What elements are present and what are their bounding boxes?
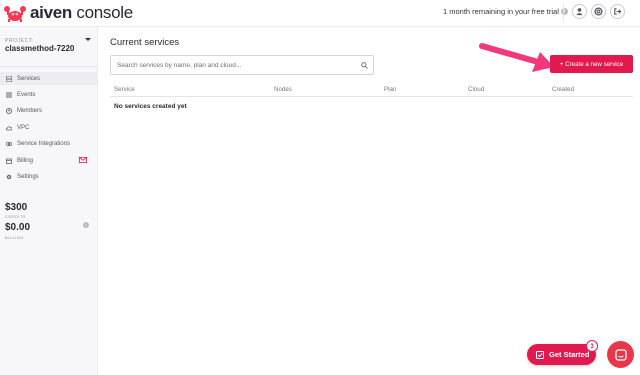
logout-icon [614, 8, 622, 15]
get-started-label: Get Started [549, 350, 590, 359]
search-placeholder: Search services by name, plan and cloud.… [117, 62, 242, 69]
column-header-plan[interactable]: Plan [384, 86, 396, 93]
help-icon [594, 7, 603, 16]
sidebar-item-members[interactable]: Members [0, 104, 97, 117]
services-icon [6, 75, 12, 82]
get-started-button[interactable]: Get Started 3 [527, 340, 598, 365]
info-icon[interactable]: i [83, 222, 89, 228]
notification-badge: 3 [586, 340, 598, 352]
cloud-icon [6, 125, 12, 131]
header-divider [563, 4, 564, 22]
chat-icon [614, 348, 627, 361]
empty-state-text: No services created yet [114, 103, 187, 110]
sidebar-item-settings[interactable]: Settings [0, 170, 97, 183]
column-header-service[interactable]: Service [114, 86, 135, 93]
user-button[interactable] [572, 4, 587, 19]
column-header-nodes[interactable]: Nodes [274, 86, 292, 93]
sidebar-item-events[interactable]: Events [0, 88, 97, 101]
chat-button[interactable] [607, 341, 634, 368]
logo-text: aiven console [30, 3, 133, 22]
user-icon [576, 8, 583, 16]
sidebar-item-label: Billing [17, 157, 34, 164]
sidebar-item-services[interactable]: Services [0, 72, 97, 85]
credits-label: CREDITS [5, 214, 27, 219]
sidebar-item-label: Service Integrations [17, 140, 71, 147]
project-name[interactable]: classmethod-7220 [5, 44, 74, 53]
checkbox-icon [536, 350, 544, 359]
gear-icon [6, 174, 12, 180]
billing-icon [6, 158, 12, 164]
column-header-created[interactable]: Created [552, 86, 574, 93]
billing-amount: $0.00 [5, 222, 31, 233]
info-icon[interactable]: i [560, 8, 568, 15]
sidebar-divider [0, 66, 97, 67]
create-service-button[interactable]: + Create a new service [550, 55, 633, 73]
services-table-header: Service Nodes Plan Cloud Created [110, 85, 633, 97]
aiven-logo[interactable]: aiven console [4, 3, 133, 23]
trial-text: 1 month remaining in your free trial [443, 7, 559, 16]
page-title: Current services [110, 37, 180, 48]
sidebar-item-vpc[interactable]: VPC [0, 121, 97, 134]
top-bar: aiven console 1 month remaining in your … [0, 0, 640, 27]
search-input[interactable]: Search services by name, plan and cloud.… [110, 55, 374, 75]
logout-button[interactable] [610, 4, 625, 19]
sidebar: PROJECT: classmethod-7220 Services Event… [0, 27, 98, 375]
integrations-icon [6, 141, 12, 147]
sidebar-item-billing[interactable]: Billing [0, 154, 97, 167]
search-icon [361, 62, 368, 69]
sidebar-item-label: VPC [17, 124, 30, 131]
events-icon [6, 92, 12, 98]
chevron-down-icon[interactable] [85, 38, 91, 41]
credits-amount: $300 [5, 202, 28, 213]
arrow-annotation [479, 43, 554, 72]
sidebar-item-label: Settings [17, 173, 39, 180]
column-header-cloud[interactable]: Cloud [468, 86, 484, 93]
sidebar-item-label: Events [17, 91, 36, 98]
crab-logo-icon [4, 6, 26, 22]
sidebar-item-label: Members [17, 107, 43, 114]
trial-notice: 1 month remaining in your free trial i [443, 7, 568, 16]
sidebar-item-label: Services [17, 75, 41, 82]
mail-icon[interactable] [79, 157, 87, 163]
sidebar-item-service-integrations[interactable]: Service Integrations [0, 137, 97, 150]
members-icon [6, 107, 12, 114]
billing-label: BILLING [5, 235, 24, 240]
help-button[interactable] [591, 4, 606, 19]
